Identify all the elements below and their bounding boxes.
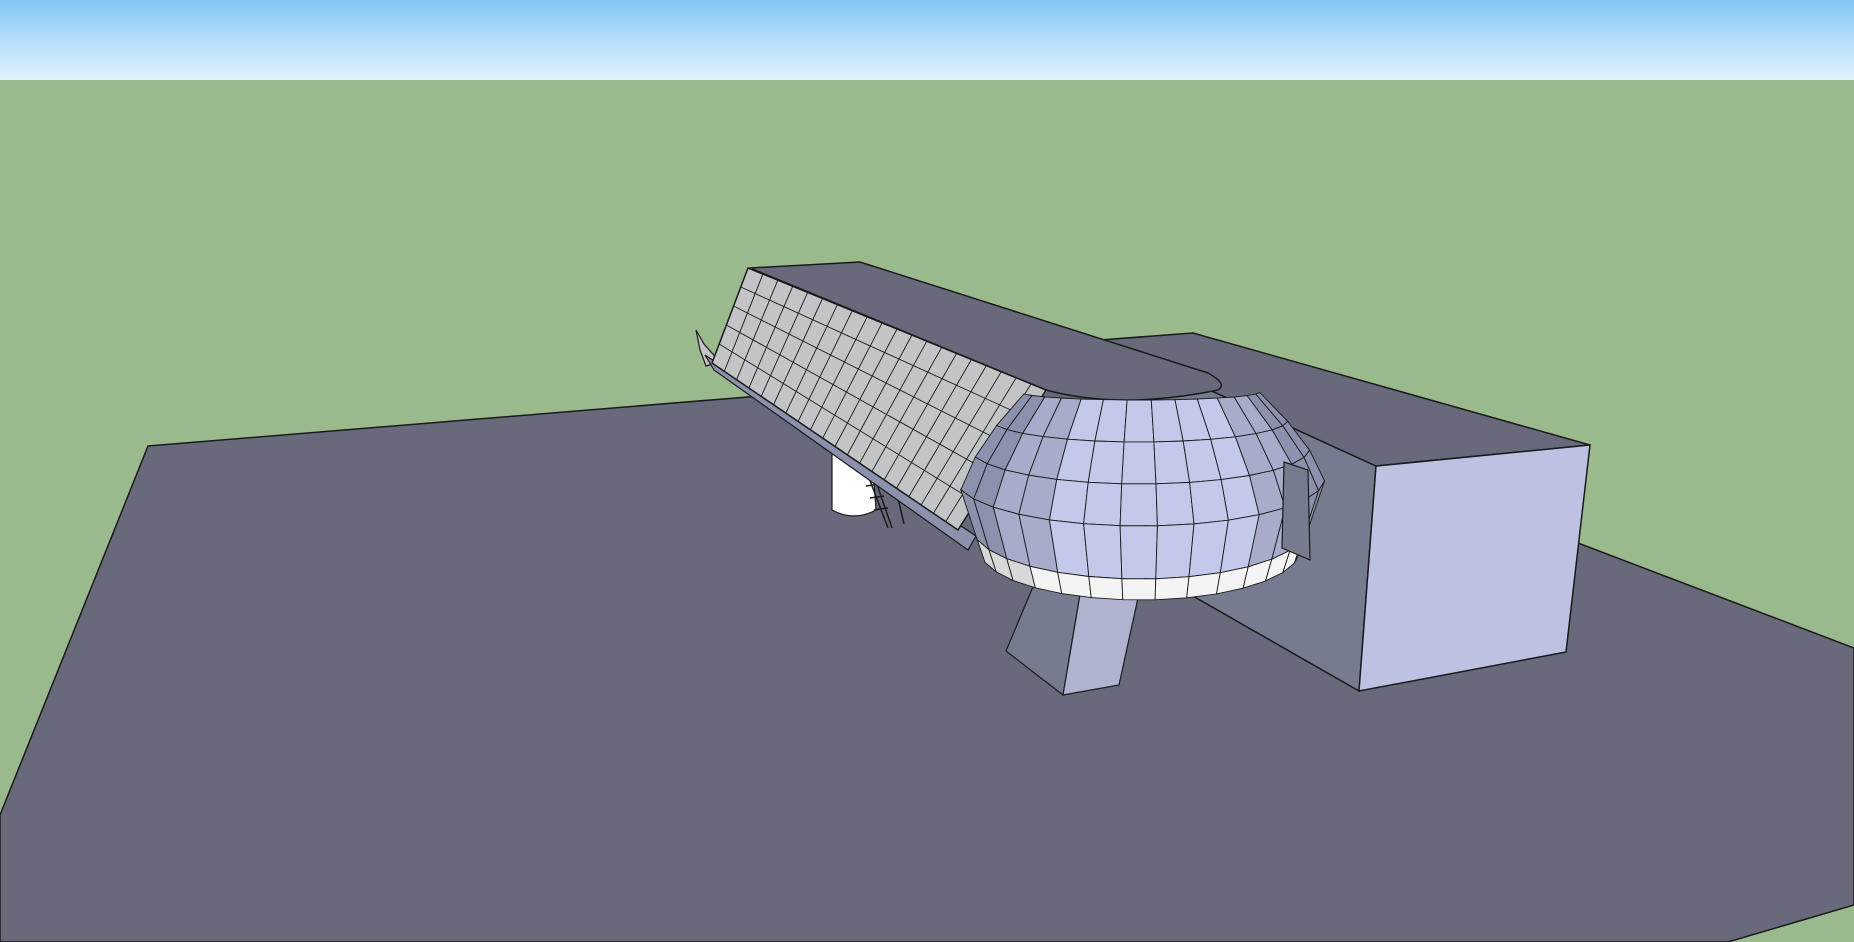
glass-panel [1123, 399, 1155, 443]
glass-panel [1083, 481, 1123, 527]
glass-panel [1121, 441, 1157, 485]
glass-panel [1119, 525, 1158, 580]
fascia-segment [1186, 572, 1221, 599]
fascia-segment [1154, 576, 1190, 601]
glass-panel [1119, 483, 1158, 527]
model-scene[interactable] [0, 0, 1854, 942]
glass-panel [1087, 440, 1125, 485]
glass-panel [1048, 478, 1089, 525]
glass-panel [1155, 481, 1195, 527]
glass-panel [1155, 523, 1195, 580]
glass-dome[interactable] [959, 391, 1326, 580]
end-fin [1281, 461, 1311, 561]
fascia-segment [1088, 576, 1124, 601]
fascia-segment [1121, 578, 1157, 601]
glass-panel [1083, 523, 1123, 580]
3d-model-viewport[interactable] [0, 0, 1854, 942]
fascia-segment [1057, 571, 1092, 599]
block-front-face[interactable] [1358, 444, 1591, 692]
